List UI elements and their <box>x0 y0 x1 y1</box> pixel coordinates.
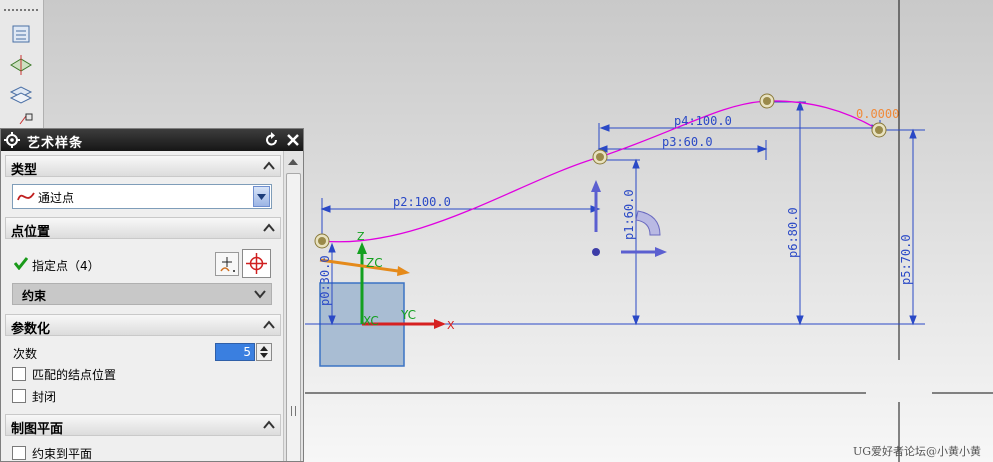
dim-p1 <box>632 158 640 326</box>
datum-plane-icon[interactable] <box>8 53 34 77</box>
degree-label: 次数 <box>13 347 38 361</box>
section-label-type: 类型 <box>11 163 38 178</box>
spinner-arrows-icon[interactable] <box>256 343 272 361</box>
dialog-content: 类型 通过点 点位置 指定点（4） 约束 参数化 次数 5 匹配的结点位置 封闭… <box>1 151 283 461</box>
reset-icon[interactable] <box>263 131 281 149</box>
dialog-scrollbar[interactable] <box>283 151 303 461</box>
dim-p2 <box>320 205 601 213</box>
dim-label-p4: p4:100.0 <box>674 114 732 128</box>
sketch-layers-icon[interactable] <box>8 84 34 108</box>
chevron-up-icon[interactable] <box>261 317 277 333</box>
sketch-line-icon[interactable] <box>8 112 34 126</box>
closed-checkbox[interactable] <box>12 389 26 403</box>
chevron-down-icon[interactable] <box>253 287 267 301</box>
chevron-up-icon[interactable] <box>261 158 277 174</box>
scroll-up-icon[interactable] <box>287 156 299 166</box>
degree-input[interactable] <box>215 343 255 361</box>
closed-label: 封闭 <box>32 390 57 404</box>
checkmark-icon <box>13 256 29 271</box>
dialog-title: 艺术样条 <box>27 136 84 151</box>
section-header-type[interactable]: 类型 <box>5 155 281 178</box>
axis-label-z: Z <box>357 230 365 243</box>
type-selected-value: 通过点 <box>38 191 75 205</box>
chevron-up-icon[interactable] <box>261 417 277 433</box>
type-dropdown[interactable]: 通过点 <box>12 184 272 209</box>
layer-stack-icon[interactable] <box>8 22 34 46</box>
dim-p5 <box>909 128 917 326</box>
dim-label-p5: p5:70.0 <box>899 234 913 285</box>
spline-point-1[interactable] <box>314 233 330 249</box>
section-header-drawing-plane[interactable]: 制图平面 <box>5 414 281 437</box>
section-header-parameterization[interactable]: 参数化 <box>5 314 281 337</box>
section-header-point-position[interactable]: 点位置 <box>5 217 281 240</box>
scroll-grip <box>291 406 296 416</box>
spline-point-3[interactable] <box>759 93 775 109</box>
close-icon[interactable] <box>284 131 302 149</box>
axis-label-xc: XC <box>363 314 379 328</box>
constrain-to-plane-checkbox[interactable] <box>12 446 26 460</box>
dim-label-p0: p0:30.0 <box>318 255 332 306</box>
gear-icon[interactable] <box>4 132 20 148</box>
section-label-point-position: 点位置 <box>11 225 51 240</box>
chevron-down-icon[interactable] <box>253 186 270 207</box>
specify-points-label: 指定点（4） <box>32 259 100 273</box>
dim-label-p3: p3:60.0 <box>662 135 713 149</box>
degree-spinner[interactable] <box>215 343 272 361</box>
constraint-group-header[interactable]: 约束 <box>12 283 272 305</box>
left-toolbar <box>0 0 44 128</box>
toolbar-grip[interactable] <box>4 9 38 11</box>
point-dialog-button[interactable] <box>215 252 239 276</box>
dim-label-p6: p6:80.0 <box>786 207 800 258</box>
dim-label-p2: p2:100.0 <box>393 195 451 209</box>
axis-label-x: X <box>447 319 455 332</box>
chevron-up-icon[interactable] <box>261 220 277 236</box>
spline-point-4[interactable] <box>871 122 887 138</box>
spline-curve-icon <box>17 190 35 204</box>
axis-label-yc: YC <box>400 308 416 322</box>
section-label-drawing-plane: 制图平面 <box>11 422 64 437</box>
spline-point-2[interactable] <box>592 149 608 165</box>
section-label-parameterization: 参数化 <box>11 322 51 337</box>
point-snap-button[interactable] <box>242 249 271 278</box>
scroll-thumb[interactable] <box>286 173 301 461</box>
studio-spline-dialog: 艺术样条 类型 通过点 点位置 指定点（4） 约束 参数化 次数 5 匹配的结点… <box>0 128 304 462</box>
endpoint-value-label: 0.0000 <box>856 107 899 121</box>
constrain-to-plane-label: 约束到平面 <box>32 447 93 461</box>
match-knots-checkbox[interactable] <box>12 367 26 381</box>
dim-p4 <box>599 124 882 132</box>
dialog-titlebar[interactable]: 艺术样条 <box>1 129 303 151</box>
watermark-text: UG爱好者论坛@小黄小黄 <box>853 445 982 458</box>
axis-label-zc: ZC <box>366 256 383 270</box>
match-knots-label: 匹配的结点位置 <box>32 368 117 382</box>
dim-label-p1: p1:60.0 <box>622 189 636 240</box>
constraint-group-label: 约束 <box>22 289 47 303</box>
